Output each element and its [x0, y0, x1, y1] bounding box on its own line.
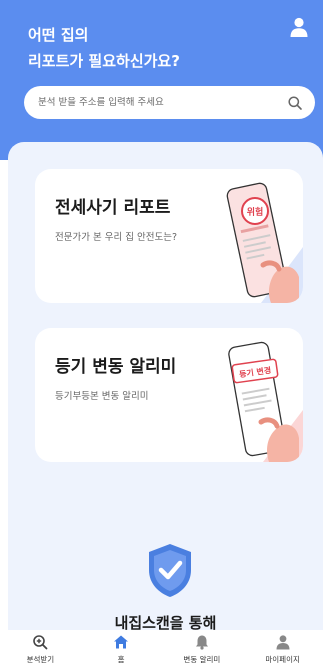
tab-home[interactable]: 홈 [81, 630, 162, 668]
title-line-2: 리포트가 필요하신가요? [28, 52, 180, 70]
registry-alert-card[interactable]: 등기 변동 알리미 등기부등본 변동 알리미 등기 변경 [35, 328, 303, 462]
search-icon[interactable] [287, 95, 303, 111]
fraud-report-card[interactable]: 전세사기 리포트 전문가가 본 우리 집 안전도는? 위험 [35, 169, 303, 303]
tab-label: 변동 알리미 [183, 655, 221, 664]
tab-analysis[interactable]: 분석받기 [0, 630, 81, 668]
card-subtitle: 전문가가 본 우리 집 안전도는? [55, 232, 178, 243]
feature-heading: 내집스캔을 통해 [114, 614, 217, 630]
card-title: 등기 변동 알리미 [55, 357, 177, 377]
search-input[interactable] [38, 97, 287, 108]
search-bar[interactable] [24, 86, 315, 119]
shield-check-icon [149, 544, 191, 597]
badge-text: 위험 [247, 206, 264, 218]
bottom-tab-bar: 분석받기 홈 변동 알리미 마이페이지 [0, 630, 323, 668]
home-icon [114, 635, 129, 649]
header: 어떤 집의 리포트가 필요하신가요? [0, 0, 323, 160]
search-plus-icon [33, 635, 48, 650]
tab-alerts[interactable]: 변동 알리미 [162, 630, 243, 668]
tab-label: 분석받기 [26, 655, 55, 664]
main-content: 전세사기 리포트 전문가가 본 우리 집 안전도는? 위험 등기 변동 알리미 … [8, 142, 323, 630]
person-icon [276, 635, 290, 650]
tab-label: 마이페이지 [265, 655, 300, 664]
page-title: 어떤 집의 리포트가 필요하신가요? [28, 22, 180, 74]
phone-warning-illustration: 위험 [226, 182, 303, 303]
title-line-1: 어떤 집의 [28, 26, 89, 44]
card-title: 전세사기 리포트 [55, 198, 171, 218]
bell-icon [195, 635, 208, 650]
tab-label: 홈 [117, 655, 125, 664]
phone-registry-illustration: 등기 변경 [228, 341, 303, 462]
person-icon[interactable] [289, 16, 309, 38]
card-subtitle: 등기부등본 변동 알리미 [55, 391, 149, 402]
tab-mypage[interactable]: 마이페이지 [242, 630, 323, 668]
